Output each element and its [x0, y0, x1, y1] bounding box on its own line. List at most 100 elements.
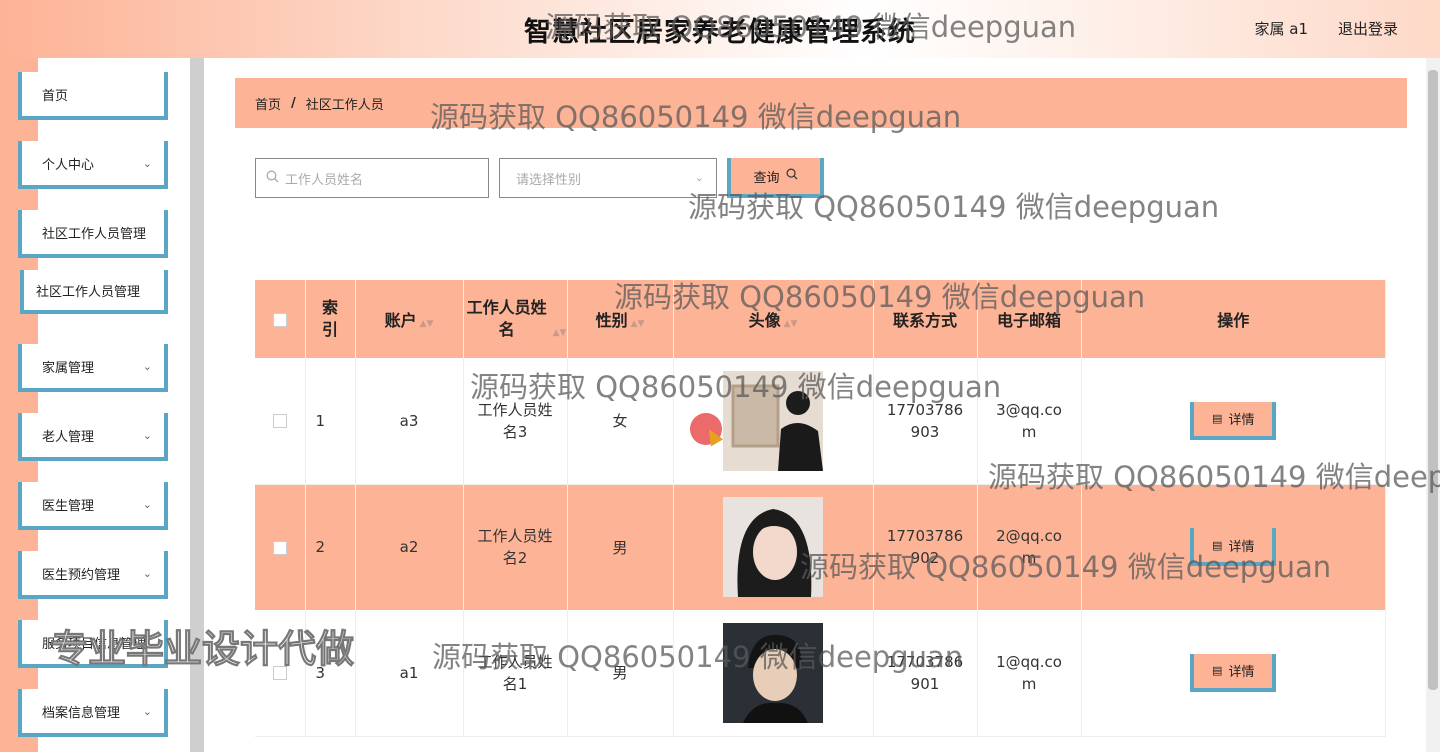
sidebar-item-service-management[interactable]: 服务项目信息管理: [18, 620, 168, 668]
chevron-down-icon: ⌄: [694, 171, 704, 184]
select-all-checkbox[interactable]: [272, 313, 287, 327]
avatar[interactable]: [723, 622, 823, 723]
sidebar-item-label: 档案信息管理: [42, 705, 121, 721]
document-icon: ▤: [1212, 412, 1223, 426]
gender-placeholder: 请选择性别: [516, 172, 582, 188]
column-header-account[interactable]: 账户 ▲▼: [355, 280, 464, 358]
breadcrumb-separator: /: [291, 95, 296, 111]
cell-name: 工作人员姓名2: [463, 484, 568, 610]
column-header-name[interactable]: 工作人员姓名 ▲▼: [463, 280, 568, 358]
main-content: 首页 / 社区工作人员 工作人员姓名 请选择性别 ⌄ 查询 索引 账户 ▲▼ 工作…: [204, 58, 1426, 752]
column-header-email[interactable]: 电子邮箱: [977, 280, 1082, 358]
cell-account: a3: [355, 358, 464, 484]
cell-phone: 17703786903: [873, 358, 978, 484]
column-header-phone[interactable]: 联系方式: [873, 280, 978, 358]
detail-button[interactable]: ▤ 详情: [1190, 653, 1277, 692]
sidebar-item-personal-center[interactable]: 个人中心 ⌄: [18, 141, 168, 189]
cell-name: 工作人员姓名3: [463, 358, 568, 484]
cell-avatar: [673, 610, 874, 736]
table-row: 1 a3 工作人员姓名3 女 17703786903 3@qq.com ▤ 详情: [255, 358, 1386, 484]
document-icon: ▤: [1212, 664, 1223, 678]
sort-icon[interactable]: ▲▼: [420, 319, 434, 329]
select-all-cell: [255, 280, 306, 358]
sidebar-item-label: 医生管理: [42, 498, 95, 514]
table-row: 2 a2 工作人员姓名2 男 17703786902 2@qq.com ▤ 详情: [255, 484, 1386, 610]
cell-phone: 17703786902: [873, 484, 978, 610]
chevron-down-icon: ⌄: [142, 360, 152, 373]
cell-phone: 17703786901: [873, 610, 978, 736]
cell-gender: 男: [567, 484, 674, 610]
cell-name-text: 工作人员姓名3: [477, 400, 553, 441]
sidebar-item-elder-management[interactable]: 老人管理 ⌄: [18, 413, 168, 461]
header-label: 联系方式: [892, 311, 957, 330]
sidebar-item-label: 社区工作人员管理: [42, 226, 147, 242]
search-icon: [266, 170, 279, 186]
chevron-down-icon: ⌄: [142, 567, 152, 580]
cell-actions: ▤ 详情: [1081, 358, 1386, 484]
search-placeholder: 工作人员姓名: [285, 172, 364, 188]
header-label: 头像: [748, 311, 781, 330]
row-select-cell: [255, 610, 306, 736]
sidebar-item-archive-management[interactable]: 档案信息管理 ⌄: [18, 689, 168, 737]
cell-name-text: 工作人员姓名2: [477, 527, 553, 568]
sidebar-scrollbar[interactable]: [190, 58, 204, 752]
chevron-down-icon: ⌄: [142, 429, 152, 442]
cell-index: 2: [305, 484, 356, 610]
sidebar-item-family-management[interactable]: 家属管理 ⌄: [18, 344, 168, 392]
sidebar-item-appointment-management[interactable]: 医生预约管理 ⌄: [18, 551, 168, 599]
cell-email-text: 1@qq.com: [996, 652, 1062, 693]
sidebar-item-label: 首页: [42, 88, 69, 104]
page-scrollbar-thumb[interactable]: [1428, 70, 1438, 690]
sidebar-item-home[interactable]: 首页: [18, 72, 168, 120]
column-header-index: 索引: [305, 280, 356, 358]
cell-name-text: 工作人员姓名1: [477, 652, 553, 693]
cell-index: 1: [305, 358, 356, 484]
avatar[interactable]: [723, 370, 823, 471]
cell-account: a1: [355, 610, 464, 736]
cell-phone-text: 17703786902: [886, 527, 964, 568]
sort-icon[interactable]: ▲▼: [553, 328, 567, 338]
header-label: 索引: [321, 298, 338, 339]
column-header-gender[interactable]: 性别 ▲▼: [567, 280, 674, 358]
chevron-down-icon: ⌄: [142, 498, 152, 511]
table-row: 3 a1 工作人员姓名1 男 17703786901 1@qq.com ▤ 详情: [255, 610, 1386, 736]
sidebar: 首页 个人中心 ⌄ 社区工作人员管理 社区工作人员管理 家属管理 ⌄ 老人管理 …: [0, 58, 190, 752]
app-title: 智慧社区居家养老健康管理系统: [524, 17, 916, 48]
detail-button-label: 详情: [1228, 665, 1255, 681]
breadcrumb: 首页 / 社区工作人员: [235, 78, 1407, 128]
detail-button-label: 详情: [1228, 539, 1255, 555]
avatar[interactable]: [723, 497, 823, 598]
search-icon: [786, 168, 798, 184]
logout-link[interactable]: 退出登录: [1338, 18, 1398, 39]
header-label: 操作: [1217, 311, 1250, 330]
cell-phone-text: 17703786903: [886, 400, 964, 441]
column-header-avatar[interactable]: 头像 ▲▼: [673, 280, 874, 358]
row-checkbox[interactable]: [272, 414, 287, 429]
sidebar-item-label: 社区工作人员管理: [36, 284, 141, 300]
sidebar-item-label: 个人中心: [42, 157, 95, 173]
staff-name-search-input[interactable]: 工作人员姓名: [255, 158, 489, 198]
top-header: 智慧社区居家养老健康管理系统 家属 a1 退出登录: [0, 0, 1440, 58]
row-checkbox[interactable]: [272, 540, 287, 555]
cell-gender: 男: [567, 610, 674, 736]
sort-icon[interactable]: ▲▼: [784, 319, 798, 329]
column-header-actions: 操作: [1081, 280, 1386, 358]
row-checkbox[interactable]: [272, 666, 287, 681]
detail-button[interactable]: ▤ 详情: [1190, 528, 1277, 567]
query-button-label: 查询: [753, 170, 780, 186]
gender-select[interactable]: 请选择性别 ⌄: [499, 158, 717, 198]
sidebar-item-label: 服务项目信息管理: [42, 636, 147, 652]
sidebar-subitem-staff-management[interactable]: 社区工作人员管理: [20, 270, 168, 314]
header-label: 工作人员姓名: [466, 298, 547, 339]
header-label: 账户: [384, 311, 417, 330]
staff-table: 索引 账户 ▲▼ 工作人员姓名 ▲▼ 性别 ▲▼ 头像 ▲▼ 联系方式 电子邮箱 操作 …: [255, 280, 1386, 737]
query-button[interactable]: 查询: [727, 158, 824, 198]
sidebar-item-staff-management[interactable]: 社区工作人员管理: [18, 210, 168, 258]
sidebar-item-doctor-management[interactable]: 医生管理 ⌄: [18, 482, 168, 530]
cell-name: 工作人员姓名1: [463, 610, 568, 736]
detail-button[interactable]: ▤ 详情: [1190, 401, 1277, 440]
table-header-row: 索引 账户 ▲▼ 工作人员姓名 ▲▼ 性别 ▲▼ 头像 ▲▼ 联系方式 电子邮箱 操作: [255, 280, 1386, 358]
sort-icon[interactable]: ▲▼: [631, 319, 645, 329]
sidebar-item-label: 医生预约管理: [42, 567, 121, 583]
breadcrumb-home[interactable]: 首页: [255, 94, 281, 113]
